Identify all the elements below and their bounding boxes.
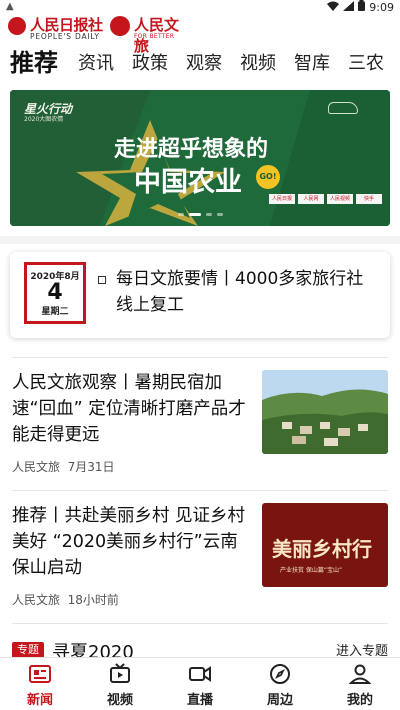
signal-icon [343,0,355,14]
partner-logo: 人民网 [298,194,324,204]
go-badge: GO! [256,165,280,189]
tab-news[interactable]: 资讯 [78,49,114,75]
thumbnail-caption: 美丽乡村行 [272,537,372,561]
truck-icon [328,102,358,114]
tab-observation[interactable]: 观察 [186,49,222,75]
divider [12,357,388,358]
divider [12,623,388,624]
article-meta: 人民文旅 7月31日 [12,458,115,475]
daily-briefing-title[interactable]: 每日文旅要情丨4000多家旅行社线上复工 [116,266,378,318]
article-source: 人民文旅 [12,593,61,607]
partner-logo: 人民视频 [327,194,353,204]
partner-logo: 快手 [356,194,382,204]
article-source: 人民文旅 [12,460,61,474]
article-time: 7月31日 [67,460,115,474]
thumbnail-subcaption: 产业扶贫 保山篇“宝山” [280,567,343,574]
video-camera-icon [189,666,211,682]
list-item[interactable]: 人民文旅观察丨暑期民宿加速“回血” 定位清晰打磨产品才能走得更远 人民文旅 7月… [12,370,388,480]
carousel-dot[interactable] [217,213,223,216]
nav-profile[interactable]: 我的 [330,662,390,708]
tab-policy[interactable]: 政策 [132,49,168,75]
article-title[interactable]: 人民文旅观察丨暑期民宿加速“回血” 定位清晰打磨产品才能走得更远 [12,370,248,448]
carousel-indicator [178,213,223,216]
peoples-daily-emblem-icon [8,17,26,35]
category-tabs: 推荐 资讯 政策 观察 视频 智库 三农 [0,46,400,80]
nav-news[interactable]: 新闻 [10,662,70,708]
culture-emblem-icon [110,16,130,36]
article-time: 18小时前 [67,593,119,607]
partner-logo: 人民日报 [269,194,295,204]
article-thumbnail[interactable] [262,370,388,454]
carousel-dot[interactable] [178,213,184,216]
article-thumbnail[interactable]: 美丽乡村行 产业扶贫 保山篇“宝山” [262,503,388,587]
tv-icon [110,663,130,683]
tab-agriculture[interactable]: 三农 [348,49,384,75]
tab-video[interactable]: 视频 [240,49,276,75]
battery-icon [358,0,366,14]
bullet-square-icon [98,276,106,284]
app-header: 人民日报社 PEOPLE'S DAILY 人民文旅 FOR BETTER LIF… [0,14,400,55]
topic-tag: 专题 [12,642,44,658]
article-meta: 人民文旅 18小时前 [12,591,119,608]
warning-icon: ▲ [6,1,14,12]
nav-live[interactable]: 直播 [170,662,230,708]
nav-video[interactable]: 视频 [90,662,150,708]
banner-slogan-line2: 中国农业 [134,167,242,198]
article-title[interactable]: 推荐丨共赴美丽乡村 见证乡村美好 “2020美丽乡村行”云南保山启动 [12,503,248,581]
bottom-navigation: 新闻 视频 直播 周边 我的 [0,657,400,710]
carousel-dot[interactable] [206,213,212,216]
clock: 9:09 [369,0,394,14]
divider [12,490,388,491]
tab-recommend[interactable]: 推荐 [10,46,58,78]
news-icon [29,665,51,683]
partner-logos: 人民日报 人民网 人民视频 快手 [269,194,382,204]
tab-think-tank[interactable]: 智库 [294,49,330,75]
nav-nearby[interactable]: 周边 [250,662,310,708]
peoples-culture-logo: 人民文旅 FOR BETTER LIFE [110,14,190,55]
section-divider [0,236,400,244]
user-icon [348,664,372,684]
carousel-dot-active[interactable] [189,213,201,216]
calendar-date: 2020年8月 4 星期二 [24,262,86,324]
compass-icon [270,664,290,684]
daily-briefing-card[interactable]: 2020年8月 4 星期二 每日文旅要情丨4000多家旅行社线上复工 [10,252,390,338]
banner-slogan-line1: 走进超乎想象的 [114,136,269,162]
status-bar: ▲ 9:09 [0,0,400,14]
list-item[interactable]: 推荐丨共赴美丽乡村 见证乡村美好 “2020美丽乡村行”云南保山启动 人民文旅 … [12,503,388,613]
wifi-icon [327,1,340,14]
peoples-daily-logo: 人民日报社 PEOPLE'S DAILY [8,14,104,42]
promo-banner[interactable]: 星火行动 2020大图农情 走进超乎想象的 中国农业 GO! 人民日报 人民网 … [10,90,390,226]
campaign-subtitle: 2020大图农情 [24,116,64,123]
